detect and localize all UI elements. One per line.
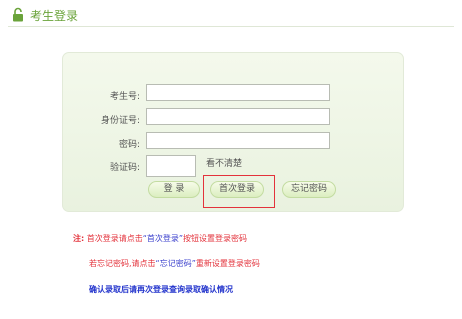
page-header: 考生登录 <box>0 0 462 27</box>
password-label: 密码: <box>118 140 140 150</box>
id-card-input[interactable] <box>146 108 330 125</box>
captcha-input[interactable] <box>146 155 196 177</box>
captcha-refresh-link[interactable]: 看不清楚 <box>206 156 242 169</box>
login-button[interactable]: 登 录 <box>148 181 200 198</box>
lock-icon <box>13 7 23 22</box>
note-line-2-quote: “忘记密码” <box>155 259 196 268</box>
note-prefix: 注: <box>73 234 85 243</box>
password-input[interactable] <box>146 132 330 149</box>
note-line-1-text-b: 按钮设置登录密码 <box>183 234 248 243</box>
exam-id-label: 考生号: <box>109 92 140 102</box>
note-line-2-text-a: 若忘记密码,请点击 <box>89 259 156 268</box>
note-line-1: 注: 首次登录请点击“首次登录”按钮设置登录密码 <box>73 233 247 244</box>
forgot-password-button[interactable]: 忘记密码 <box>282 181 336 198</box>
note-line-1-text-a: 首次登录请点击 <box>86 234 143 243</box>
note-line-2-text-b: 重新设置登录密码 <box>195 259 260 268</box>
confirm-query-link[interactable]: 确认录取后请再次登录查询录取确认情况 <box>89 284 233 295</box>
header-divider <box>8 26 454 27</box>
note-line-2: 若忘记密码,请点击“忘记密码”重新设置登录密码 <box>89 258 260 269</box>
captcha-label: 验证码: <box>109 163 140 173</box>
id-card-label: 身份证号: <box>100 116 140 126</box>
page-title: 考生登录 <box>30 9 79 23</box>
exam-id-input[interactable] <box>146 84 330 101</box>
note-line-1-quote: “首次登录” <box>142 234 184 243</box>
first-login-button[interactable]: 首次登录 <box>210 181 264 198</box>
